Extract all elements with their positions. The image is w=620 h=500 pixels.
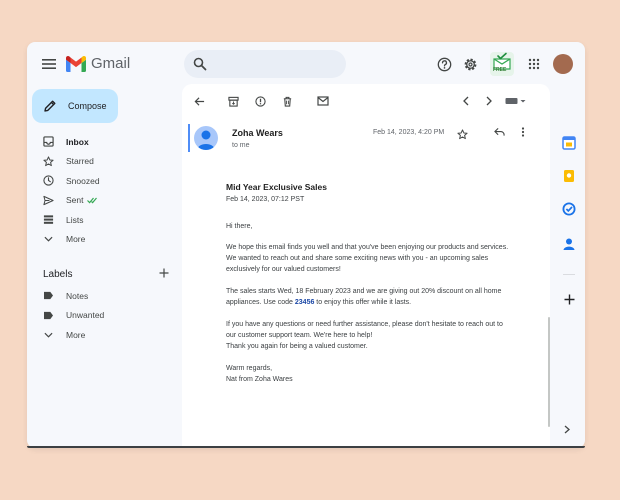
back-arrow-icon[interactable] <box>192 94 206 108</box>
label-icon <box>42 309 54 321</box>
email-subject: Mid Year Exclusive Sales <box>226 182 327 192</box>
subject-date: Feb 14, 2023, 07:12 PST <box>226 196 305 203</box>
mail-date: Feb 14, 2023, 4:20 PM <box>373 129 445 136</box>
send-icon <box>42 194 54 206</box>
delete-icon[interactable] <box>280 94 294 108</box>
chevron-right-icon[interactable] <box>560 422 574 436</box>
more-vert-icon[interactable] <box>517 126 529 138</box>
paragraph-1: We hope this email finds you well and th… <box>226 244 509 273</box>
addon-icon[interactable]: FREE <box>489 51 515 77</box>
star-icon[interactable] <box>456 128 468 140</box>
inbox-icon <box>42 136 54 148</box>
archive-icon[interactable] <box>226 94 240 108</box>
chevron-down-icon <box>42 329 54 341</box>
greeting: Hi there, <box>226 223 253 230</box>
sidebar-item-more[interactable]: More <box>27 230 177 250</box>
gmail-window: Gmail FREE Compose Inbox Starred Snoozed… <box>27 42 585 448</box>
sidebar-item-snoozed[interactable]: Snoozed <box>27 171 177 191</box>
double-check-icon <box>86 197 97 204</box>
window-bottom-edge <box>27 446 585 448</box>
paragraph-3: If you have any questions or need furthe… <box>226 321 503 339</box>
list-icon <box>42 214 54 226</box>
compose-button[interactable]: Compose <box>32 89 118 123</box>
app-name: Gmail <box>91 55 131 72</box>
sidebar-item-label-unwanted[interactable]: Unwanted <box>27 306 177 326</box>
star-icon <box>42 155 54 167</box>
search-icon[interactable] <box>193 57 207 76</box>
contacts-icon[interactable] <box>561 236 577 252</box>
paragraph-2-tail: to enjoy this offer while it lasts. <box>314 299 412 306</box>
sidebar-item-label-notes[interactable]: Notes <box>27 286 177 306</box>
unread-accent-bar <box>188 124 190 152</box>
compose-label: Compose <box>68 101 107 111</box>
mark-unread-icon[interactable] <box>316 94 330 108</box>
sidebar-item-label: Lists <box>66 214 84 225</box>
chevron-down-icon <box>42 233 54 245</box>
email-body: Mid Year Exclusive Sales Feb 14, 2023, 0… <box>226 182 511 385</box>
labels-header: Labels <box>43 268 169 281</box>
sidebar-item-label: Sent <box>66 195 84 206</box>
keep-icon[interactable] <box>561 168 577 184</box>
sidebar-item-label: Snoozed <box>66 175 100 186</box>
sidebar-item-label: More <box>66 329 86 340</box>
sidebar-item-inbox[interactable]: Inbox <box>27 132 177 152</box>
person-icon <box>197 130 215 150</box>
search-bar[interactable] <box>184 50 346 78</box>
calendar-icon[interactable] <box>561 135 577 151</box>
message-pane: Zoha Wears to me Feb 14, 2023, 4:20 PM M… <box>182 84 550 448</box>
settings-icon[interactable] <box>461 55 479 73</box>
add-icon[interactable] <box>561 291 577 307</box>
tasks-icon[interactable] <box>561 201 577 217</box>
label-icon <box>42 290 54 302</box>
account-avatar[interactable] <box>553 54 573 74</box>
newer-icon[interactable] <box>459 94 473 108</box>
sidebar-item-label: More <box>66 234 86 245</box>
sidebar-item-sent[interactable]: Sent <box>27 191 177 211</box>
pencil-icon <box>44 100 56 112</box>
labels-title: Labels <box>43 269 73 280</box>
sidebar-item-label: Inbox <box>66 136 89 147</box>
scrollbar[interactable] <box>548 317 550 427</box>
clock-icon <box>42 175 54 187</box>
sidebar-item-labels-more[interactable]: More <box>27 325 177 345</box>
top-bar: Gmail FREE <box>27 42 585 86</box>
sidebar-item-label: Notes <box>66 290 89 301</box>
sidebar-nav: Inbox Starred Snoozed Sent Lists More <box>27 132 177 249</box>
report-spam-icon[interactable] <box>253 94 267 108</box>
older-icon[interactable] <box>482 94 496 108</box>
paragraph-2: The sales starts Wed, 18 February 2023 a… <box>226 286 511 308</box>
sidebar-item-label: Unwanted <box>66 310 105 321</box>
add-label-icon[interactable] <box>159 268 169 281</box>
reply-icon[interactable] <box>493 126 505 138</box>
apps-grid-icon[interactable] <box>525 55 543 73</box>
signature: Nat from Zoha Wares <box>226 376 293 383</box>
menu-icon[interactable] <box>39 54 59 74</box>
paragraph-3-thanks: Thank you again for being a valued custo… <box>226 343 368 350</box>
sidebar-item-lists[interactable]: Lists <box>27 210 177 230</box>
sidebar-item-label: Starred <box>66 156 94 167</box>
sender-avatar[interactable] <box>194 126 218 150</box>
discount-code: 23456 <box>294 299 315 306</box>
recipient-line[interactable]: to me <box>232 142 250 149</box>
keyboard-icon[interactable] <box>504 94 528 108</box>
signoff: Warm regards, <box>226 365 273 372</box>
side-divider <box>563 274 575 275</box>
gmail-logo[interactable]: Gmail <box>66 55 130 72</box>
sender-name[interactable]: Zoha Wears <box>232 128 283 138</box>
help-icon[interactable] <box>435 55 453 73</box>
sidebar-item-starred[interactable]: Starred <box>27 152 177 172</box>
gmail-m-icon <box>66 55 86 72</box>
labels-nav: Notes Unwanted More <box>27 286 177 345</box>
addon-badge: FREE <box>493 67 507 73</box>
